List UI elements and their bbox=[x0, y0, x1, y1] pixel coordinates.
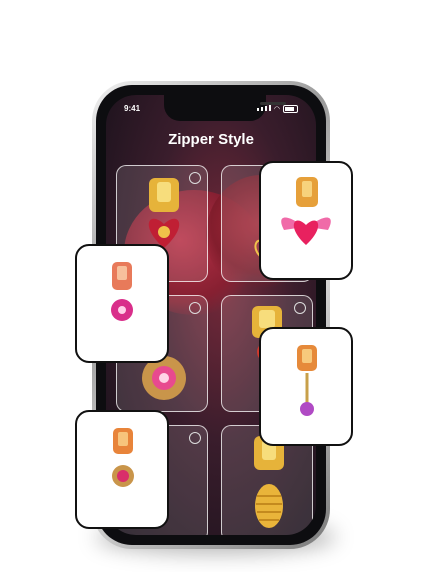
zipper-preview-card[interactable] bbox=[259, 327, 353, 446]
zipper-preview-card[interactable] bbox=[75, 410, 169, 529]
zipper-pull-icon bbox=[112, 428, 134, 487]
select-radio[interactable] bbox=[189, 172, 201, 184]
status-icons: ◠ bbox=[257, 105, 298, 113]
zipper-preview-card[interactable] bbox=[259, 161, 353, 280]
zipper-preview-card[interactable] bbox=[75, 244, 169, 363]
notch bbox=[164, 95, 286, 121]
select-radio[interactable] bbox=[294, 302, 306, 314]
zipper-pull-icon bbox=[254, 436, 284, 528]
select-radio[interactable] bbox=[189, 432, 201, 444]
battery-icon bbox=[283, 105, 298, 113]
page-title: Zipper Style bbox=[168, 131, 254, 148]
wifi-icon: ◠ bbox=[273, 106, 280, 113]
status-time: 9:41 bbox=[124, 104, 141, 113]
zipper-pull-icon bbox=[297, 345, 317, 416]
signal-icon bbox=[257, 105, 271, 113]
jewel-pull-icon bbox=[111, 262, 133, 321]
winged-heart-pull-icon bbox=[281, 177, 331, 245]
select-radio[interactable] bbox=[189, 302, 201, 314]
